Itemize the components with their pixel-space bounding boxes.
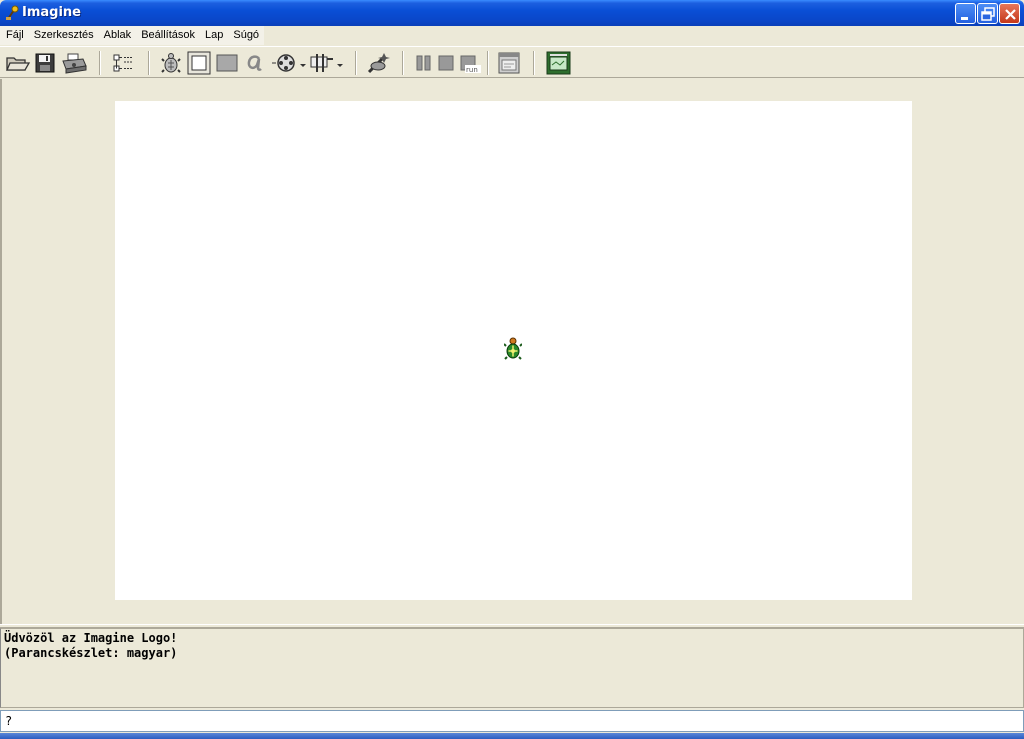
new-frame-icon: [187, 51, 211, 75]
pause-button[interactable]: [414, 51, 434, 75]
svg-text:run: run: [466, 66, 478, 74]
new-button-tool[interactable]: [309, 51, 345, 75]
menu-items: Fájl Szerkesztés Ablak Beállítások Lap S…: [0, 26, 264, 45]
presentation-icon: [546, 51, 571, 75]
magic-wand-icon: [367, 53, 390, 74]
window-title: Imagine: [22, 5, 81, 20]
drawing-page[interactable]: [115, 101, 912, 600]
new-pane-button[interactable]: [215, 51, 239, 75]
workspace: [0, 79, 1024, 624]
toolbar-separator: [148, 51, 150, 75]
print-button[interactable]: [60, 51, 88, 75]
tree-view-icon: [113, 54, 132, 72]
page-window-icon: [498, 52, 520, 74]
menu-bar: Fájl Szerkesztés Ablak Beállítások Lap S…: [0, 26, 1024, 45]
title-bar[interactable]: Imagine: [0, 0, 1024, 26]
new-media-button[interactable]: [270, 51, 308, 75]
magic-wand-button[interactable]: [366, 51, 392, 75]
save-icon: [35, 53, 55, 73]
pause-icon: [416, 55, 431, 71]
toolbar: run: [0, 46, 1024, 78]
run-icon: run: [460, 55, 481, 74]
presentation-button[interactable]: [546, 51, 572, 75]
open-button[interactable]: [5, 51, 31, 75]
new-pane-icon: [216, 54, 238, 72]
open-folder-icon: [6, 57, 31, 71]
new-text-icon: [247, 55, 262, 71]
page-window-button[interactable]: [496, 51, 522, 75]
menu-file[interactable]: Fájl: [0, 26, 29, 45]
stop-button[interactable]: [437, 51, 457, 75]
tree-view-button[interactable]: [110, 51, 136, 75]
toolbar-separator: [99, 51, 101, 75]
new-turtle-icon: [161, 53, 181, 73]
menu-help[interactable]: Súgó: [228, 26, 264, 45]
toolbar-separator: [533, 51, 535, 75]
new-button-icon: [310, 54, 343, 72]
print-icon: [62, 53, 87, 74]
new-text-button[interactable]: [244, 51, 266, 75]
menu-edit[interactable]: Szerkesztés: [29, 26, 99, 45]
output-console: Üdvözöl az Imagine Logo! (Parancskészlet…: [0, 628, 1024, 708]
menu-page[interactable]: Lap: [200, 26, 228, 45]
toolbar-separator: [402, 51, 404, 75]
restore-icon: [981, 7, 995, 21]
minimize-button[interactable]: [955, 3, 976, 24]
close-icon: [1005, 9, 1016, 20]
command-input[interactable]: ?: [0, 710, 1024, 732]
turtle-icon[interactable]: [503, 337, 523, 361]
close-button[interactable]: [999, 3, 1020, 24]
toolbar-separator: [487, 51, 489, 75]
imagine-logo-icon: [5, 5, 19, 21]
output-line: (Parancskészlet: magyar): [4, 646, 178, 660]
menu-window[interactable]: Ablak: [99, 26, 137, 45]
stop-icon: [438, 55, 454, 71]
run-button[interactable]: run: [459, 51, 483, 75]
menu-settings[interactable]: Beállítások: [136, 26, 200, 45]
output-line: Üdvözöl az Imagine Logo!: [4, 631, 178, 645]
new-media-icon: [272, 54, 306, 72]
new-turtle-button[interactable]: [160, 51, 182, 75]
toolbar-separator: [355, 51, 357, 75]
window-bottom-border: [0, 733, 1024, 739]
minimize-icon: [961, 17, 968, 20]
save-button[interactable]: [33, 51, 57, 75]
restore-button[interactable]: [977, 3, 998, 24]
new-frame-button[interactable]: [187, 51, 211, 75]
